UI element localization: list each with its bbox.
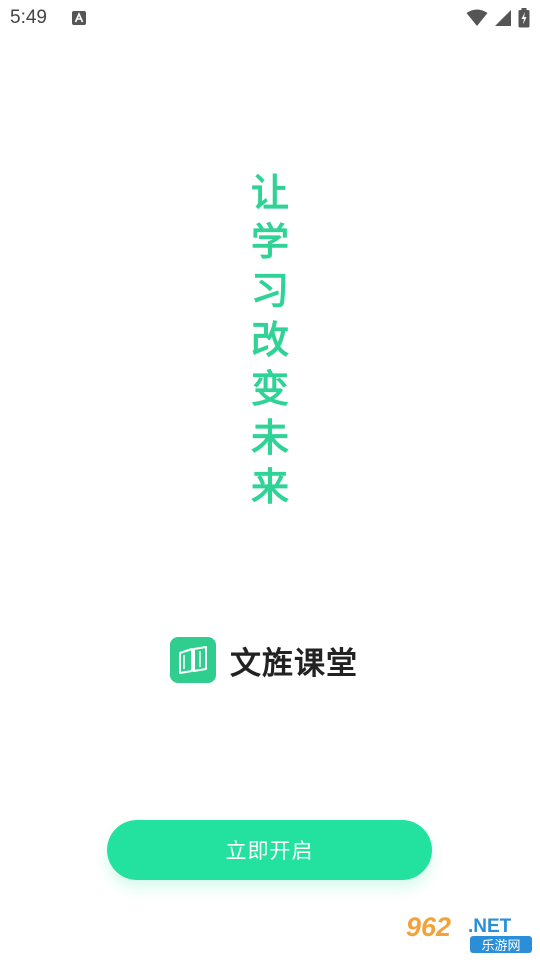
watermark-logo: 962 .NET 乐游网 (402, 908, 536, 956)
slogan-char: 习 (250, 268, 289, 313)
slogan-char: 变 (250, 366, 289, 411)
watermark-suffix: .NET (468, 916, 512, 937)
wifi-icon (466, 9, 488, 26)
slogan-char: 来 (250, 464, 289, 509)
status-icons (466, 8, 530, 28)
brand: 文旌课堂 (170, 636, 358, 684)
slogan: 让 学 习 改 变 未 来 (244, 168, 296, 511)
watermark-number: 962 (406, 912, 451, 942)
slogan-char: 改 (250, 317, 289, 362)
slogan-char: 未 (250, 415, 289, 460)
slogan-char: 让 (250, 170, 289, 215)
watermark-name: 乐游网 (481, 939, 520, 954)
status-time: 5:49 (10, 7, 47, 28)
signal-icon (495, 10, 511, 26)
start-button[interactable]: 立即开启 (107, 820, 432, 880)
splash-screen: 5:49 让 学 习 改 变 未 来 文旌课堂 立即开启 962 .NET 乐游… (0, 0, 540, 960)
a-icon (72, 11, 86, 25)
brand-name: 文旌课堂 (230, 645, 358, 682)
status-bar: 5:49 (0, 0, 540, 36)
battery-charging-icon (518, 8, 530, 28)
start-button-label: 立即开启 (225, 839, 314, 863)
slogan-char: 学 (250, 219, 289, 264)
book-icon (170, 637, 216, 683)
